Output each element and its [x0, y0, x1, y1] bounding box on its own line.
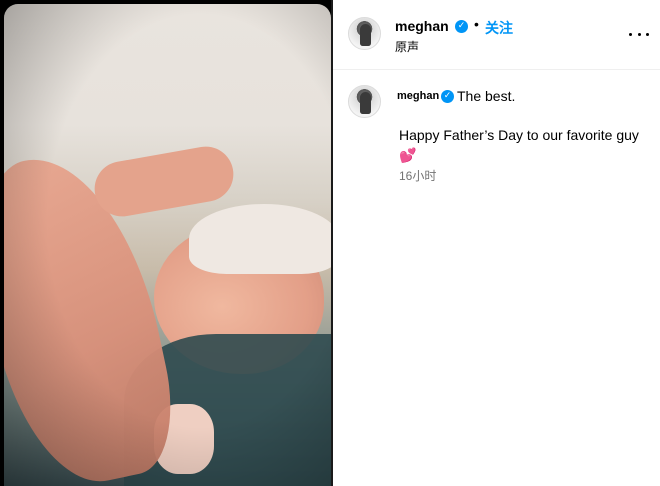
more-horizontal-icon[interactable]: [629, 24, 649, 44]
post-media: [0, 0, 333, 486]
author-username[interactable]: meghan: [395, 18, 449, 34]
separator-dot: •: [474, 16, 479, 32]
post-timestamp[interactable]: 16小时: [399, 167, 436, 184]
post-side-panel: meghan ✓ • 关注 原声 meghan ✓ The best. Happ…: [333, 0, 660, 486]
caption-text-line2: Happy Father’s Day to our favorite guy 💕: [399, 125, 644, 165]
verified-badge-icon: ✓: [455, 20, 468, 33]
caption-author-username[interactable]: meghan: [397, 90, 439, 102]
follow-button[interactable]: 关注: [485, 18, 513, 38]
photo-vignette: [4, 4, 331, 486]
caption-author-avatar[interactable]: [348, 85, 381, 118]
author-avatar[interactable]: [348, 17, 381, 50]
verified-badge-icon: ✓: [441, 90, 454, 103]
caption-text: Happy Father’s Day to our favorite guy: [399, 127, 639, 143]
post-header: meghan ✓ • 关注 原声: [333, 0, 660, 70]
two-hearts-emoji-icon: 💕: [399, 147, 417, 163]
audio-label[interactable]: 原声: [395, 38, 419, 55]
caption-text-line1: The best.: [457, 88, 516, 104]
post-photo[interactable]: [4, 4, 331, 486]
